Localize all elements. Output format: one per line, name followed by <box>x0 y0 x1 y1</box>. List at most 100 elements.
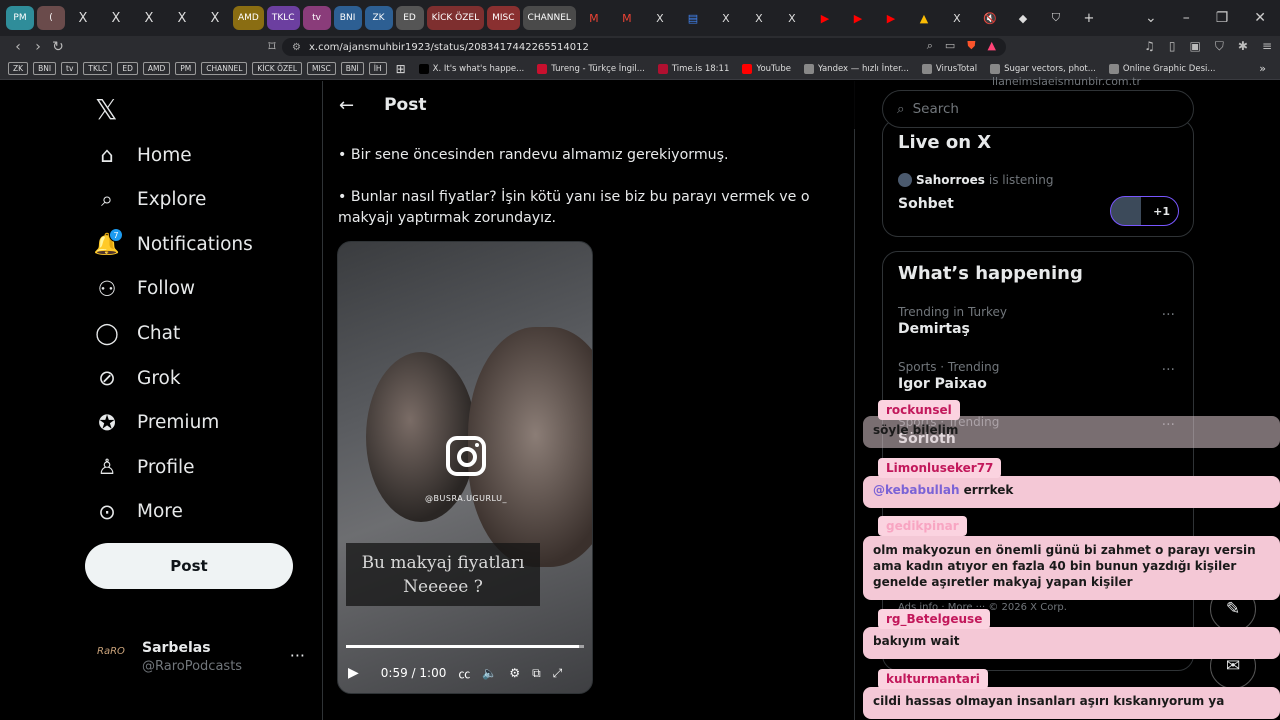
app-icon[interactable]: ◆ <box>1008 6 1038 30</box>
browser-tab[interactable]: PM <box>6 6 34 30</box>
bookmark-folder[interactable]: İH <box>368 62 387 75</box>
video-progress-bar[interactable] <box>346 645 584 648</box>
cast-icon[interactable]: ▭ <box>945 39 955 53</box>
bookmark-link[interactable]: Tureng - Türkçe İngil... <box>537 63 645 74</box>
bookmark-folder[interactable]: ED <box>117 62 138 75</box>
trend-item[interactable]: Sports · Trending Igor Paixao ··· <box>898 360 1183 392</box>
volume-icon[interactable]: 🔈 <box>482 666 497 680</box>
youtube-icon[interactable]: ▶ <box>843 6 873 30</box>
bookmark-link[interactable]: X. It's what's happe... <box>418 63 524 74</box>
drive-icon[interactable]: ▲ <box>909 6 939 30</box>
gmail-icon[interactable]: M <box>579 6 609 30</box>
browser-tab[interactable]: BNI <box>333 6 362 30</box>
bookmark-link[interactable]: Online Graphic Desi... <box>1108 63 1215 74</box>
extensions-icon[interactable]: ✱ <box>1238 39 1248 54</box>
youtube-icon[interactable]: ▶ <box>876 6 906 30</box>
browser-tab[interactable]: ED <box>395 6 424 30</box>
wallet-icon[interactable]: ▣ <box>1190 39 1201 54</box>
gmail-icon[interactable]: M <box>612 6 642 30</box>
back-icon[interactable]: ‹ <box>8 39 28 55</box>
site-info-icon[interactable]: ⚙ <box>292 42 301 53</box>
brave-rewards-icon[interactable]: ▲ <box>988 39 996 53</box>
browser-tab[interactable]: AMD <box>233 6 264 30</box>
bookmark-icon[interactable]: ⌑ <box>262 39 282 55</box>
browser-tab[interactable]: X <box>200 6 230 30</box>
nav-item-follow[interactable]: ⚇ Follow <box>95 269 195 309</box>
x-icon[interactable]: X <box>777 6 807 30</box>
bookmark-link[interactable]: Yandex — hızlı İnter... <box>803 63 909 74</box>
browser-tab[interactable]: ( <box>37 6 65 30</box>
browser-tab[interactable]: CHANNEL <box>522 6 576 30</box>
live-listeners-button[interactable]: +1 <box>1110 196 1179 226</box>
tab-list-icon[interactable]: ⌄ <box>1145 10 1157 26</box>
browser-tab[interactable]: TKLC <box>266 6 300 30</box>
more-dots-icon[interactable]: ··· <box>290 646 305 665</box>
sidebar-icon[interactable]: ▯ <box>1169 39 1176 54</box>
bookmark-folder[interactable]: tv <box>61 62 79 75</box>
picture-in-picture-icon[interactable]: ⧉ <box>532 666 541 681</box>
bookmark-folder[interactable]: CHANNEL <box>201 62 248 75</box>
nav-item-home[interactable]: ⌂ Home <box>95 135 191 175</box>
bookmark-link[interactable]: VirusTotal <box>921 63 977 74</box>
browser-tab[interactable]: X <box>101 6 131 30</box>
apps-grid-icon[interactable]: ⊞ <box>396 62 406 76</box>
bookmark-folder[interactable]: ZK <box>8 62 29 75</box>
account-switcher[interactable]: RaRO Sarbelas @RaroPodcasts ··· <box>95 636 315 676</box>
post-button[interactable]: Post <box>85 543 293 589</box>
brave-shield-icon[interactable]: ⛊ <box>967 39 975 53</box>
browser-tab[interactable]: X <box>68 6 98 30</box>
reload-icon[interactable]: ↻ <box>48 39 68 55</box>
nav-item-grok[interactable]: ⊘ Grok <box>95 358 180 398</box>
docs-icon[interactable]: ▤ <box>678 6 708 30</box>
url-field[interactable]: ⚙ x.com/ajansmuhbir1923/status/208341744… <box>282 38 1006 56</box>
bookmark-folder[interactable]: MISC <box>307 62 336 75</box>
browser-tab[interactable]: X <box>167 6 197 30</box>
search-input[interactable]: ⌕ Search <box>882 90 1194 128</box>
shield-icon[interactable]: ⛉ <box>1041 6 1071 30</box>
bookmark-link[interactable]: Sugar vectors, phot... <box>990 63 1096 74</box>
more-bookmarks-icon[interactable]: » <box>1259 62 1266 75</box>
zoom-icon[interactable]: ⌕ <box>927 39 933 53</box>
live-room-name[interactable]: Sohbet <box>898 196 954 212</box>
music-icon[interactable]: ♫ <box>1144 39 1155 54</box>
maximize-icon[interactable]: ❐ <box>1216 10 1229 26</box>
close-icon[interactable]: ✕ <box>1254 10 1266 26</box>
back-arrow-icon[interactable]: ← <box>339 95 354 116</box>
settings-icon[interactable]: ⚙ <box>509 666 520 680</box>
x-icon[interactable]: X <box>711 6 741 30</box>
x-icon[interactable]: X <box>645 6 675 30</box>
nav-item-profile[interactable]: ♙ Profile <box>95 447 195 487</box>
nav-item-more[interactable]: ⊙ More <box>95 492 183 532</box>
bookmark-folder[interactable]: BNİ <box>340 62 364 75</box>
mute-icon[interactable]: 🔇 <box>975 6 1005 30</box>
x-icon[interactable]: X <box>744 6 774 30</box>
x-logo-icon[interactable]: 𝕏 <box>95 93 118 126</box>
bookmark-folder[interactable]: TKLC <box>83 62 113 75</box>
youtube-icon[interactable]: ▶ <box>810 6 840 30</box>
bookmark-folder[interactable]: KİCK ÖZEL <box>252 62 303 75</box>
fullscreen-icon[interactable]: ⤢ <box>553 666 563 681</box>
nav-item-explore[interactable]: ⌕ Explore <box>95 180 206 220</box>
video-player[interactable]: @BUSRA.UGURLU_ Bu makyaj fiyatları Neeee… <box>337 241 593 694</box>
bookmark-folder[interactable]: PM <box>175 62 197 75</box>
menu-icon[interactable]: ≡ <box>1262 39 1272 54</box>
browser-tab[interactable]: MISC <box>487 6 520 30</box>
nav-item-premium[interactable]: ✪ Premium <box>95 403 219 443</box>
nav-item-notifications[interactable]: 🔔 7 Notifications <box>94 224 253 264</box>
new-tab-icon[interactable]: + <box>1074 6 1104 30</box>
more-dots-icon[interactable]: ··· <box>1162 362 1175 378</box>
bookmark-folder[interactable]: AMD <box>142 62 171 75</box>
x-icon[interactable]: X <box>942 6 972 30</box>
play-icon[interactable]: ▶ <box>348 665 359 681</box>
minimize-icon[interactable]: – <box>1183 10 1190 26</box>
bookmark-link[interactable]: Time.is 18:11 <box>657 63 729 74</box>
bookmark-folder[interactable]: BNI <box>33 62 57 75</box>
more-dots-icon[interactable]: ··· <box>1162 307 1175 323</box>
forward-icon[interactable]: › <box>28 39 48 55</box>
browser-tab[interactable]: tv <box>302 6 331 30</box>
browser-tab[interactable]: ZK <box>364 6 393 30</box>
browser-tab[interactable]: X <box>134 6 164 30</box>
trend-item[interactable]: Trending in Turkey Demirtaş ··· <box>898 305 1183 337</box>
bookmark-link[interactable]: YouTube <box>742 63 791 74</box>
browser-tab[interactable]: KİCK ÖZEL <box>426 6 485 30</box>
